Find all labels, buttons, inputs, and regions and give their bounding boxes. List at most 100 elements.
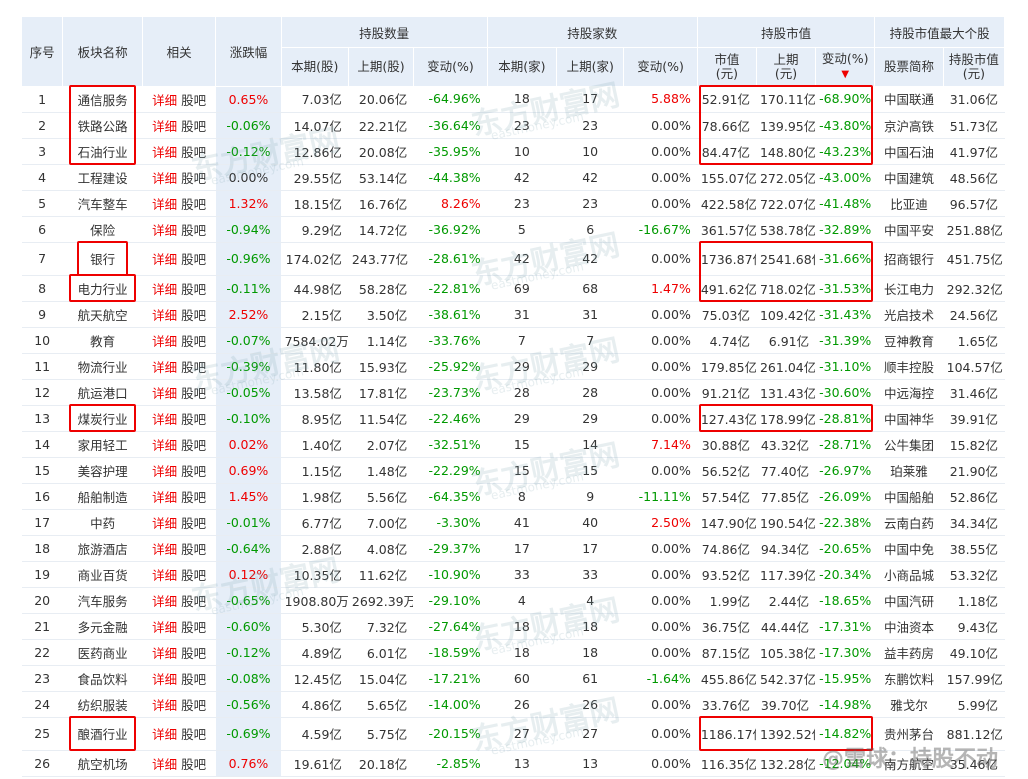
cell-sector-name[interactable]: 教育 [62,327,143,354]
cell-sector-name[interactable]: 通信服务 [62,86,143,113]
col-prev-holders[interactable]: 上期(家) [556,47,625,86]
detail-link[interactable]: 详细 [152,542,177,557]
cell-stock-name[interactable]: 公牛集团 [874,431,944,458]
cell-sector-name[interactable]: 纺织服装 [62,691,143,718]
forum-link[interactable]: 股吧 [181,360,206,375]
cell-sector-name[interactable]: 汽车服务 [62,587,143,614]
table-row[interactable]: 2 铁路公路 详细 股吧 -0.06% 14.07亿 22.21亿 -36.64% 23 23 0… [22,112,1006,139]
table-row[interactable]: 14 家用轻工 详细 股吧 0.02% 1.40亿 2.07亿 -32.51% 15 14 7.1… [22,431,1006,458]
forum-link[interactable]: 股吧 [181,145,206,160]
col-stock-value[interactable]: 持股市值 (元) [943,47,1006,86]
cell-stock-name[interactable]: 豆神教育 [874,327,944,354]
cell-sector-name[interactable]: 航运港口 [62,379,143,406]
col-cur-shares[interactable]: 本期(股) [281,47,349,86]
table-row[interactable]: 25 酿酒行业 详细 股吧 -0.69% 4.59亿 5.75亿 -20.15% 27 27 0.… [22,717,1006,751]
detail-link[interactable]: 详细 [152,594,177,609]
table-row[interactable]: 3 石油行业 详细 股吧 -0.12% 12.86亿 20.08亿 -35.95% 10 10 0… [22,138,1006,165]
forum-link[interactable]: 股吧 [181,646,206,661]
forum-link[interactable]: 股吧 [181,308,206,323]
forum-link[interactable]: 股吧 [181,282,206,297]
cell-stock-name[interactable]: 中远海控 [874,379,944,406]
col-chg-shares[interactable]: 变动(%) [413,47,488,86]
cell-stock-name[interactable]: 中国联通 [874,86,944,113]
cell-stock-name[interactable]: 云南白药 [874,509,944,536]
cell-sector-name[interactable]: 保险 [62,216,143,243]
table-row[interactable]: 13 煤炭行业 详细 股吧 -0.10% 8.95亿 11.54亿 -22.46% 29 29 0… [22,405,1006,432]
forum-link[interactable]: 股吧 [181,757,206,772]
detail-link[interactable]: 详细 [152,646,177,661]
cell-stock-name[interactable]: 中国汽研 [874,587,944,614]
col-prev-shares[interactable]: 上期(股) [348,47,415,86]
forum-link[interactable]: 股吧 [181,698,206,713]
table-row[interactable]: 26 航空机场 详细 股吧 0.76% 19.61亿 20.18亿 -2.85% 13 13 0.… [22,750,1006,777]
cell-stock-name[interactable]: 顺丰控股 [874,353,944,380]
detail-link[interactable]: 详细 [152,171,177,186]
cell-sector-name[interactable]: 航空机场 [62,750,143,777]
forum-link[interactable]: 股吧 [181,620,206,635]
forum-link[interactable]: 股吧 [181,464,206,479]
cell-sector-name[interactable]: 银行 [62,242,143,276]
cell-sector-name[interactable]: 医药商业 [62,639,143,666]
col-sector-name[interactable]: 板块名称 [62,17,143,87]
detail-link[interactable]: 详细 [152,698,177,713]
table-row[interactable]: 1 通信服务 详细 股吧 0.65% 7.03亿 20.06亿 -64.96% 18 17 5.8… [22,86,1006,113]
cell-stock-name[interactable]: 益丰药房 [874,639,944,666]
cell-sector-name[interactable]: 船舶制造 [62,483,143,510]
forum-link[interactable]: 股吧 [181,171,206,186]
table-row[interactable]: 10 教育 详细 股吧 -0.07% 7584.02万 1.14亿 -33.76% 7 7 0.0… [22,327,1006,354]
detail-link[interactable]: 详细 [152,334,177,349]
detail-link[interactable]: 详细 [152,360,177,375]
detail-link[interactable]: 详细 [152,282,177,297]
detail-link[interactable]: 详细 [152,197,177,212]
cell-sector-name[interactable]: 工程建设 [62,164,143,191]
forum-link[interactable]: 股吧 [181,672,206,687]
detail-link[interactable]: 详细 [152,119,177,134]
forum-link[interactable]: 股吧 [181,516,206,531]
detail-link[interactable]: 详细 [152,727,177,742]
detail-link[interactable]: 详细 [152,145,177,160]
cell-stock-name[interactable]: 中国中免 [874,535,944,562]
forum-link[interactable]: 股吧 [181,334,206,349]
detail-link[interactable]: 详细 [152,308,177,323]
cell-stock-name[interactable]: 长江电力 [874,275,944,302]
cell-stock-name[interactable]: 中国平安 [874,216,944,243]
forum-link[interactable]: 股吧 [181,490,206,505]
forum-link[interactable]: 股吧 [181,93,206,108]
cell-stock-name[interactable]: 中国建筑 [874,164,944,191]
detail-link[interactable]: 详细 [152,223,177,238]
cell-sector-name[interactable]: 家用轻工 [62,431,143,458]
cell-stock-name[interactable]: 中国神华 [874,405,944,432]
forum-link[interactable]: 股吧 [181,438,206,453]
cell-sector-name[interactable]: 食品饮料 [62,665,143,692]
cell-stock-name[interactable]: 南方航空 [874,750,944,777]
forum-link[interactable]: 股吧 [181,223,206,238]
table-row[interactable]: 7 银行 详细 股吧 -0.96% 174.02亿 243.77亿 -28.61% 42 42 0… [22,242,1006,276]
table-row[interactable]: 23 食品饮料 详细 股吧 -0.08% 12.45亿 15.04亿 -17.21% 60 61… [22,665,1006,692]
cell-sector-name[interactable]: 航天航空 [62,301,143,328]
table-row[interactable]: 17 中药 详细 股吧 -0.01% 6.77亿 7.00亿 -3.30% 41 40 2.50%… [22,509,1006,536]
forum-link[interactable]: 股吧 [181,386,206,401]
table-row[interactable]: 22 医药商业 详细 股吧 -0.12% 4.89亿 6.01亿 -18.59% 18 18 0.… [22,639,1006,666]
forum-link[interactable]: 股吧 [181,542,206,557]
forum-link[interactable]: 股吧 [181,412,206,427]
table-row[interactable]: 18 旅游酒店 详细 股吧 -0.64% 2.88亿 4.08亿 -29.37% 17 17 0.… [22,535,1006,562]
detail-link[interactable]: 详细 [152,93,177,108]
table-row[interactable]: 16 船舶制造 详细 股吧 1.45% 1.98亿 5.56亿 -64.35% 8 9 -11.1… [22,483,1006,510]
col-cur-holders[interactable]: 本期(家) [487,47,558,86]
forum-link[interactable]: 股吧 [181,568,206,583]
cell-stock-name[interactable]: 小商品城 [874,561,944,588]
table-row[interactable]: 15 美容护理 详细 股吧 0.69% 1.15亿 1.48亿 -22.29% 15 15 0.0… [22,457,1006,484]
col-change[interactable]: 涨跌幅 [215,17,282,87]
cell-stock-name[interactable]: 雅戈尔 [874,691,944,718]
col-prev-value[interactable]: 上期 (元) [756,47,817,86]
detail-link[interactable]: 详细 [152,620,177,635]
detail-link[interactable]: 详细 [152,412,177,427]
table-row[interactable]: 20 汽车服务 详细 股吧 -0.65% 1908.80万 2692.39万 -29.10%… [22,587,1006,614]
cell-stock-name[interactable]: 贵州茅台 [874,717,944,751]
cell-sector-name[interactable]: 旅游酒店 [62,535,143,562]
cell-stock-name[interactable]: 京沪高铁 [874,112,944,139]
detail-link[interactable]: 详细 [152,516,177,531]
table-row[interactable]: 4 工程建设 详细 股吧 0.00% 29.55亿 53.14亿 -44.38% 42 42 0.… [22,164,1006,191]
cell-stock-name[interactable]: 光启技术 [874,301,944,328]
cell-stock-name[interactable]: 中国船舶 [874,483,944,510]
